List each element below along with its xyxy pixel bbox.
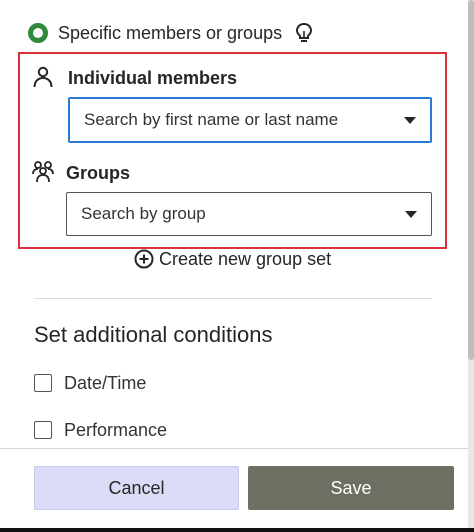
chevron-down-icon[interactable] (405, 210, 417, 218)
individual-members-label: Individual members (68, 68, 238, 88)
cancel-button[interactable]: Cancel (34, 466, 239, 510)
scrollbar-thumb[interactable] (468, 0, 474, 360)
create-group-set-label: Create new group set (159, 248, 332, 269)
radio-label: Specific members or groups (58, 22, 283, 43)
performance-label: Performance (64, 419, 168, 440)
window-bottom-edge (0, 528, 474, 532)
date-time-label: Date/Time (64, 372, 147, 393)
radio-button[interactable] (28, 23, 48, 43)
performance-checkbox[interactable] (34, 421, 52, 439)
individual-members-placeholder: Search by first name or last name (84, 110, 339, 129)
person-icon (33, 66, 53, 88)
footer-divider (0, 448, 474, 449)
groups-icon (32, 161, 54, 183)
chevron-down-icon[interactable] (404, 116, 416, 124)
groups-search[interactable]: Search by group (66, 192, 432, 236)
groups-placeholder: Search by group (81, 204, 206, 223)
conditions-heading: Set additional conditions (34, 322, 273, 347)
lightbulb-icon[interactable] (294, 22, 314, 44)
plus-circle-icon (134, 249, 154, 269)
radio-specific-members[interactable]: Specific members or groups (28, 20, 314, 46)
save-button[interactable]: Save (248, 466, 454, 510)
condition-date-time[interactable]: Date/Time (34, 370, 146, 396)
create-group-set-button[interactable]: Create new group set (134, 246, 331, 272)
groups-label: Groups (66, 163, 131, 183)
section-divider (34, 298, 432, 299)
date-time-checkbox[interactable] (34, 374, 52, 392)
condition-performance[interactable]: Performance (34, 417, 167, 443)
individual-members-search[interactable]: Search by first name or last name (68, 97, 432, 143)
